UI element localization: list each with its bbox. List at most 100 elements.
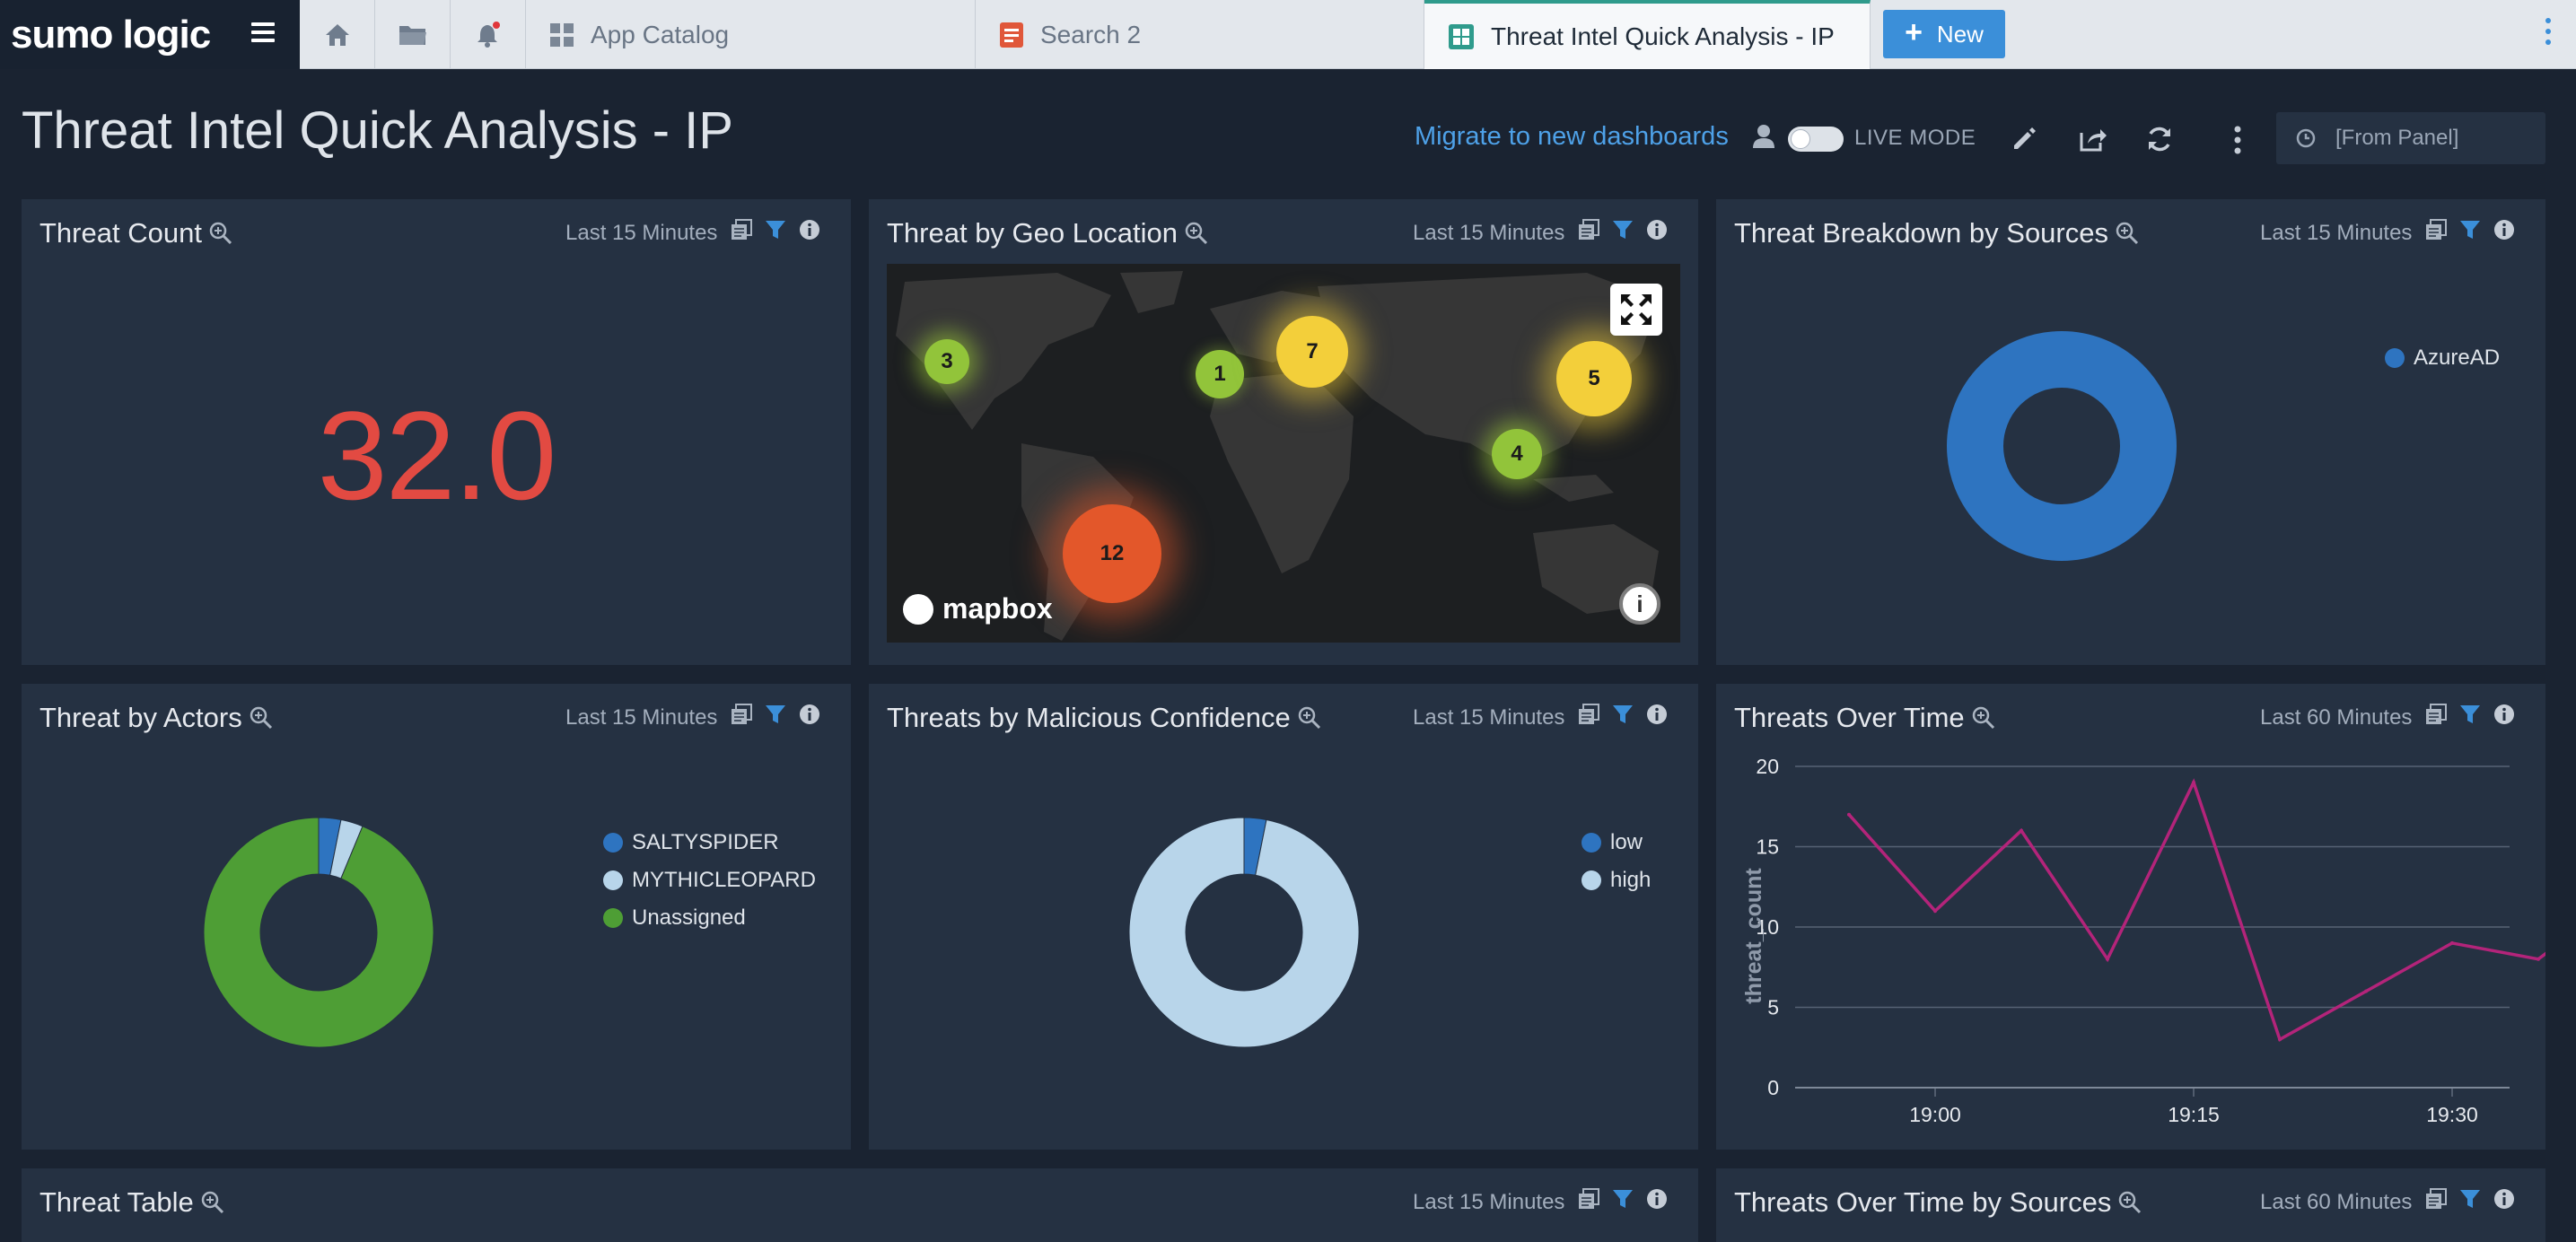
grid-icon	[549, 22, 574, 48]
filter-icon[interactable]	[2459, 704, 2481, 725]
data-point[interactable]	[2020, 828, 2023, 833]
panel-title[interactable]: Threat Breakdown by Sources	[1734, 217, 2139, 249]
copy-icon[interactable]	[1578, 704, 1599, 725]
filter-icon[interactable]	[1612, 219, 1634, 241]
y-tick-label: 15	[1756, 835, 1779, 859]
filter-icon[interactable]	[1612, 1188, 1634, 1210]
copy-icon[interactable]	[731, 219, 752, 241]
panel-title[interactable]: Threat by Actors	[39, 702, 273, 734]
sumo-logic-logo[interactable]: sumo logic	[11, 13, 211, 57]
home-button[interactable]	[300, 0, 375, 69]
info-icon[interactable]	[1646, 219, 1668, 241]
legend-item[interactable]: Unassigned	[603, 899, 816, 937]
panel-time-range: Last 60 Minutes	[2260, 1190, 2413, 1214]
legend-item[interactable]: MYTHICLEOPARD	[603, 862, 816, 899]
threats-line-chart[interactable]: 0510152019:0019:1519:3019:45threat_count	[1716, 738, 2545, 1150]
filter-icon[interactable]	[765, 219, 786, 241]
tab-search-2[interactable]: Search 2	[976, 0, 1424, 69]
panel-title[interactable]: Threats by Malicious Confidence	[887, 702, 1321, 734]
legend-item[interactable]: low	[1582, 824, 1651, 862]
y-axis-label: threat_count	[1741, 868, 1766, 1004]
series-line[interactable]	[1847, 778, 2545, 1042]
zoom-search-icon[interactable]	[2118, 1191, 2142, 1214]
filter-icon[interactable]	[2459, 1188, 2481, 1210]
donut-slice-high[interactable]	[1128, 817, 1360, 1048]
data-point[interactable]	[1847, 812, 1851, 817]
dashboard-more-icon[interactable]	[2233, 126, 2242, 154]
confidence-donut-chart[interactable]	[1123, 811, 1365, 1054]
zoom-search-icon[interactable]	[250, 706, 273, 730]
panel-title[interactable]: Threats Over Time	[1734, 702, 1995, 734]
info-icon[interactable]	[799, 704, 820, 725]
notifications-button[interactable]	[451, 0, 526, 69]
new-button[interactable]: + New	[1883, 10, 2005, 58]
info-icon[interactable]	[2493, 704, 2515, 725]
zoom-search-icon[interactable]	[209, 222, 232, 245]
data-point[interactable]	[1933, 909, 1937, 914]
legend-swatch	[603, 908, 623, 928]
copy-icon[interactable]	[2425, 219, 2447, 241]
filter-icon[interactable]	[765, 704, 786, 725]
panel-title[interactable]: Threats Over Time by Sources	[1734, 1186, 2142, 1219]
more-options-icon[interactable]	[2545, 18, 2551, 50]
mapbox-attribution[interactable]: mapbox	[903, 592, 1053, 625]
copy-icon[interactable]	[731, 704, 752, 725]
zoom-search-icon[interactable]	[1298, 706, 1321, 730]
zoom-search-icon[interactable]	[201, 1191, 224, 1214]
cluster-marker[interactable]: 1	[1196, 350, 1244, 398]
cluster-marker[interactable]: 12	[1063, 504, 1161, 603]
copy-icon[interactable]	[1578, 219, 1599, 241]
panel-title[interactable]: Threat Table	[39, 1186, 224, 1219]
info-icon[interactable]	[1646, 704, 1668, 725]
panel-title[interactable]: Threat Count	[39, 217, 232, 249]
map-info-icon[interactable]: i	[1619, 583, 1660, 625]
y-tick-label: 20	[1756, 755, 1779, 778]
sources-donut-chart[interactable]	[1941, 325, 2183, 567]
time-range-picker[interactable]: [From Panel]	[2276, 112, 2545, 164]
data-point[interactable]	[2278, 1037, 2282, 1042]
data-point[interactable]	[2450, 940, 2454, 945]
panel-threat-geo: Threat by Geo Location Last 15 Minutes 3…	[869, 199, 1698, 665]
info-icon[interactable]	[1646, 1188, 1668, 1210]
copy-icon[interactable]	[1578, 1188, 1599, 1210]
panel-threats-over-time: Threats Over Time Last 60 Minutes 0 5 10 15…	[1716, 684, 2545, 1150]
pencil-icon[interactable]	[2011, 126, 2037, 153]
zoom-search-icon[interactable]	[2116, 222, 2139, 245]
copy-icon[interactable]	[2425, 704, 2447, 725]
copy-icon[interactable]	[2425, 1188, 2447, 1210]
tab-threat-intel[interactable]: Threat Intel Quick Analysis - IP	[1424, 0, 1871, 69]
legend-item[interactable]: AzureAD	[2385, 339, 2500, 377]
hamburger-menu-icon[interactable]	[251, 22, 275, 46]
data-point[interactable]	[2192, 780, 2195, 784]
tab-app-catalog[interactable]: App Catalog	[526, 0, 976, 69]
info-icon[interactable]	[2493, 219, 2515, 241]
library-button[interactable]	[375, 0, 451, 69]
mapbox-logo-icon	[903, 593, 933, 625]
live-mode-toggle[interactable]	[1788, 127, 1844, 152]
zoom-search-icon[interactable]	[1185, 222, 1208, 245]
data-point[interactable]	[2106, 957, 2109, 961]
panel-title[interactable]: Threat by Geo Location	[887, 217, 1208, 249]
world-map[interactable]: 3 1 7 5 4 12 mapbox i	[887, 264, 1680, 643]
donut-slice-unassigned[interactable]	[203, 817, 434, 1048]
legend-item[interactable]: SALTYSPIDER	[603, 824, 816, 862]
data-point[interactable]	[2364, 989, 2368, 993]
filter-icon[interactable]	[1612, 704, 1634, 725]
filter-icon[interactable]	[2459, 219, 2481, 241]
info-icon[interactable]	[2493, 1188, 2515, 1210]
cluster-marker[interactable]: 4	[1492, 429, 1542, 479]
cluster-marker[interactable]: 5	[1556, 341, 1632, 416]
refresh-icon[interactable]	[2145, 125, 2174, 153]
fullscreen-icon[interactable]	[1610, 284, 1662, 336]
data-point[interactable]	[2537, 957, 2540, 961]
donut-slice-azuread[interactable]	[1947, 331, 2177, 561]
info-icon[interactable]	[799, 219, 820, 241]
legend-item[interactable]: high	[1582, 862, 1651, 899]
panel-toolbar	[2425, 704, 2515, 725]
cluster-marker[interactable]: 3	[924, 339, 969, 384]
cluster-marker[interactable]: 7	[1276, 316, 1348, 388]
zoom-search-icon[interactable]	[1972, 706, 1995, 730]
migrate-link[interactable]: Migrate to new dashboards	[1415, 122, 1729, 152]
share-icon[interactable]	[2079, 126, 2107, 153]
actors-donut-chart[interactable]	[197, 811, 440, 1054]
